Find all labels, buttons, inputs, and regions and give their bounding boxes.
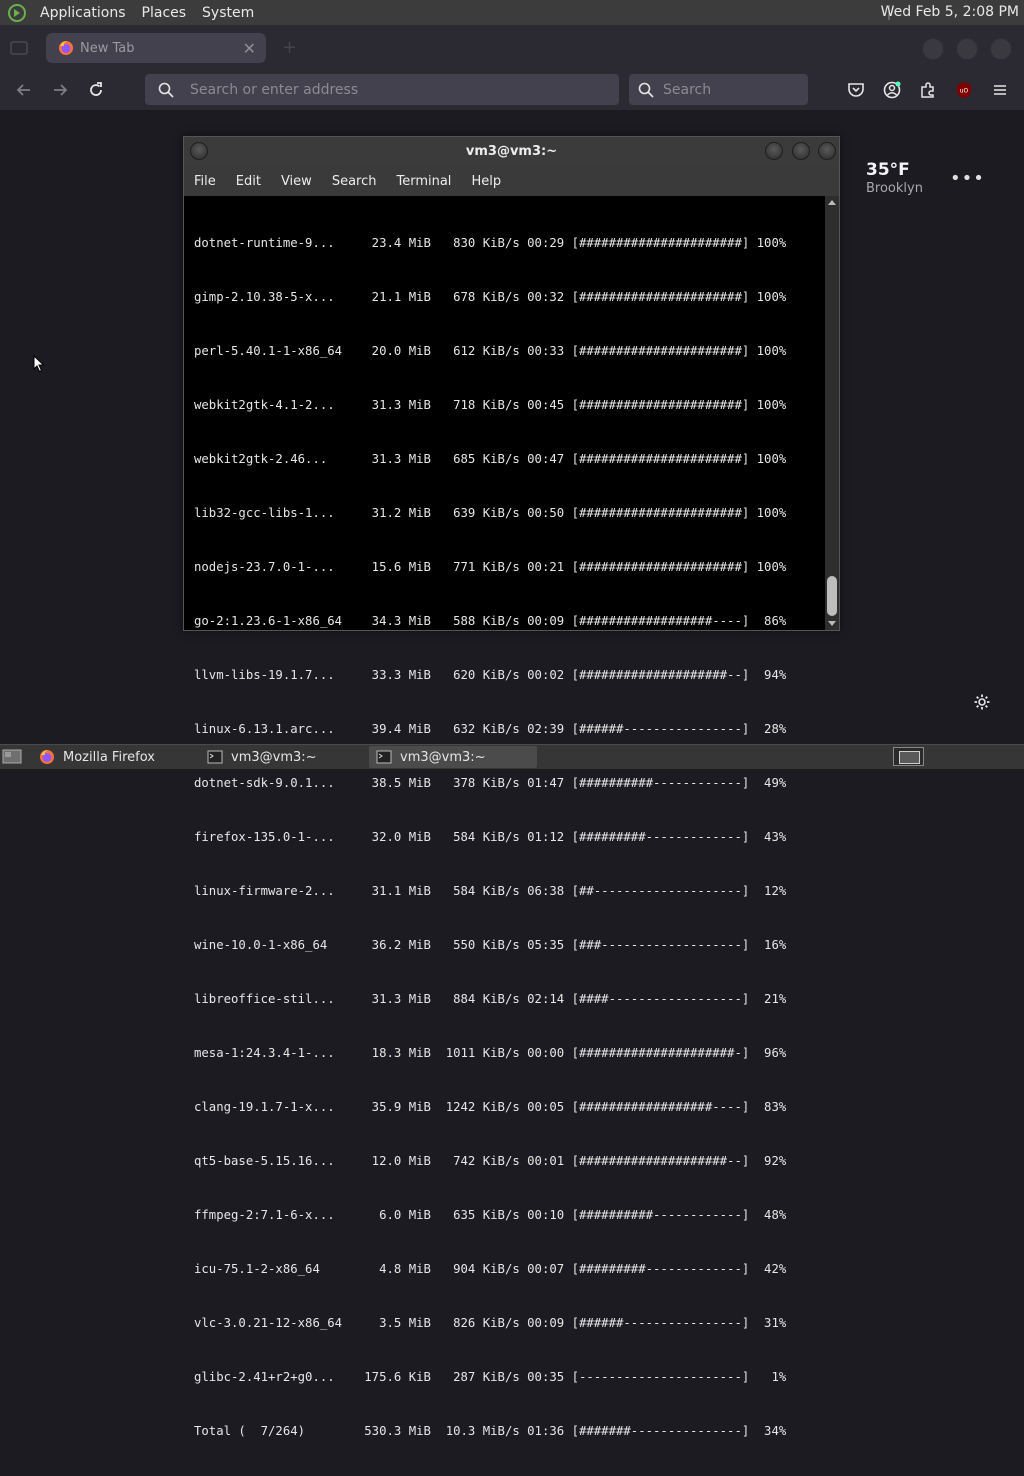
menu-file[interactable]: File — [184, 174, 226, 189]
maximize-button[interactable] — [956, 38, 978, 60]
places-menu[interactable]: Places — [134, 5, 195, 21]
firefox-view-icon[interactable] — [8, 37, 30, 59]
ublock-origin-icon[interactable]: uO — [955, 81, 973, 99]
taskbar-item-label: vm3@vm3:~ — [231, 749, 317, 765]
terminal-line: dotnet-runtime-9... 23.4 MiB 830 KiB/s 0… — [194, 236, 787, 250]
terminal-lines: dotnet-runtime-9... 23.4 MiB 830 KiB/s 0… — [194, 198, 786, 1476]
terminal-line: webkit2gtk-2.46... 31.3 MiB 685 KiB/s 00… — [194, 452, 787, 466]
scroll-up-arrow-icon[interactable] — [828, 200, 836, 205]
terminal-line: wine-10.0-1-x86_64 36.2 MiB 550 KiB/s 05… — [194, 938, 787, 952]
minimize-button[interactable] — [922, 38, 944, 60]
terminal-line: linux-firmware-2... 31.1 MiB 584 KiB/s 0… — [194, 884, 787, 898]
terminal-line: linux-6.13.1.arc... 39.4 MiB 632 KiB/s 0… — [194, 722, 787, 736]
search-icon — [638, 82, 654, 98]
terminal-line: vlc-3.0.21-12-x86_64 3.5 MiB 826 KiB/s 0… — [194, 1316, 787, 1330]
tab-strip: New Tab ✕ + — [0, 25, 1024, 70]
terminal-line: go-2:1.23.6-1-x86_64 34.3 MiB 588 KiB/s … — [194, 614, 787, 628]
weather-temperature: 35°F — [866, 160, 910, 180]
account-icon[interactable] — [883, 81, 901, 99]
navigation-toolbar: uO — [0, 70, 1024, 111]
show-desktop-icon[interactable] — [2, 748, 22, 765]
mouse-pointer-icon — [33, 355, 45, 373]
terminal-line: dotnet-sdk-9.0.1... 38.5 MiB 378 KiB/s 0… — [194, 776, 787, 790]
address-input[interactable] — [188, 80, 572, 99]
terminal-line: gimp-2.10.38-5-x... 21.1 MiB 678 KiB/s 0… — [194, 290, 787, 304]
search-bar[interactable] — [629, 74, 808, 105]
top-panel: Applications Places System Wed Feb 5, 2:… — [0, 0, 1024, 25]
firefox-icon — [59, 41, 73, 55]
terminal-line: nodejs-23.7.0-1-... 15.6 MiB 771 KiB/s 0… — [194, 560, 787, 574]
menu-search[interactable]: Search — [322, 174, 387, 189]
scroll-down-arrow-icon[interactable] — [828, 621, 836, 626]
terminal-line: llvm-libs-19.1.7... 33.3 MiB 620 KiB/s 0… — [194, 668, 787, 682]
terminal-total-line: Total ( 7/264) 530.3 MiB 10.3 MiB/s 01:3… — [194, 1424, 787, 1438]
new-tab-plus-icon[interactable]: + — [282, 37, 297, 58]
weather-more-options-icon[interactable]: ••• — [950, 168, 985, 189]
terminal-line: ffmpeg-2:7.1-6-x... 6.0 MiB 635 KiB/s 00… — [194, 1208, 787, 1222]
terminal-window[interactable]: vm3@vm3:~ File Edit View Search Terminal… — [183, 136, 840, 1438]
workspace-window-thumbnail — [899, 751, 920, 764]
terminal-line: clang-19.1.7-1-x... 35.9 MiB 1242 KiB/s … — [194, 1100, 787, 1114]
panel-clock[interactable]: Wed Feb 5, 2:08 PM — [881, 4, 1019, 20]
terminal-title: vm3@vm3:~ — [465, 144, 558, 159]
tab-title: New Tab — [80, 40, 135, 56]
terminal-line: perl-5.40.1-1-x86_64 20.0 MiB 612 KiB/s … — [194, 344, 787, 358]
svg-text:uO: uO — [960, 88, 969, 95]
terminal-line: firefox-135.0-1-... 32.0 MiB 584 KiB/s 0… — [194, 830, 787, 844]
workspace-switcher[interactable] — [893, 747, 924, 766]
taskbar-item-firefox[interactable]: Mozilla Firefox — [32, 746, 194, 768]
taskbar-item-terminal-1[interactable]: vm3@vm3:~ — [200, 746, 365, 768]
bottom-taskbar: Mozilla Firefox vm3@vm3:~ vm3@vm3:~ — [0, 744, 1024, 769]
menu-help[interactable]: Help — [461, 174, 511, 189]
close-button[interactable] — [818, 142, 836, 160]
menu-view[interactable]: View — [271, 174, 322, 189]
address-bar[interactable] — [145, 74, 619, 105]
terminal-scrollbar[interactable] — [825, 196, 839, 630]
distro-logo-icon[interactable] — [8, 3, 26, 22]
hamburger-menu-icon[interactable] — [991, 81, 1009, 99]
terminal-output[interactable]: dotnet-runtime-9... 23.4 MiB 830 KiB/s 0… — [184, 196, 825, 1438]
gear-icon[interactable] — [973, 693, 991, 711]
applications-menu[interactable]: Applications — [32, 5, 134, 21]
tab-close-icon[interactable]: ✕ — [243, 39, 256, 58]
weather-widget[interactable]: 35°F Brooklyn — [866, 160, 923, 196]
minimize-button[interactable] — [765, 142, 783, 160]
search-input[interactable] — [661, 80, 795, 99]
forward-arrow-icon[interactable] — [50, 80, 70, 100]
terminal-titlebar[interactable]: vm3@vm3:~ — [184, 137, 839, 166]
search-icon — [158, 82, 174, 98]
terminal-line: mesa-1:24.3.4-1-... 18.3 MiB 1011 KiB/s … — [194, 1046, 787, 1060]
taskbar-item-terminal-2[interactable]: vm3@vm3:~ — [369, 746, 537, 768]
terminal-icon — [376, 750, 392, 764]
pocket-icon[interactable] — [847, 81, 865, 99]
tab-new-tab[interactable]: New Tab ✕ — [46, 33, 266, 63]
reload-icon[interactable] — [86, 80, 106, 100]
menu-terminal[interactable]: Terminal — [386, 174, 461, 189]
menu-edit[interactable]: Edit — [226, 174, 271, 189]
terminal-line: icu-75.1-2-x86_64 4.8 MiB 904 KiB/s 00:0… — [194, 1262, 787, 1276]
terminal-line: glibc-2.41+r2+g0... 175.6 KiB 287 KiB/s … — [194, 1370, 787, 1384]
terminal-line: lib32-gcc-libs-1... 31.2 MiB 639 KiB/s 0… — [194, 506, 787, 520]
terminal-icon — [207, 750, 223, 764]
system-menu[interactable]: System — [194, 5, 262, 21]
firefox-icon — [40, 750, 54, 764]
terminal-menubar: File Edit View Search Terminal Help — [184, 166, 839, 196]
weather-city: Brooklyn — [866, 181, 923, 196]
extensions-icon[interactable] — [919, 81, 937, 99]
maximize-button[interactable] — [792, 142, 810, 160]
taskbar-item-label: vm3@vm3:~ — [400, 749, 486, 765]
scrollbar-thumb[interactable] — [827, 576, 837, 616]
terminal-line: qt5-base-5.15.16... 12.0 MiB 742 KiB/s 0… — [194, 1154, 787, 1168]
close-button[interactable] — [990, 38, 1012, 60]
terminal-line: webkit2gtk-4.1-2... 31.3 MiB 718 KiB/s 0… — [194, 398, 787, 412]
back-arrow-icon[interactable] — [14, 80, 34, 100]
window-controls — [922, 38, 1012, 60]
terminal-line: libreoffice-stil... 31.3 MiB 884 KiB/s 0… — [194, 992, 787, 1006]
taskbar-item-label: Mozilla Firefox — [63, 749, 155, 765]
